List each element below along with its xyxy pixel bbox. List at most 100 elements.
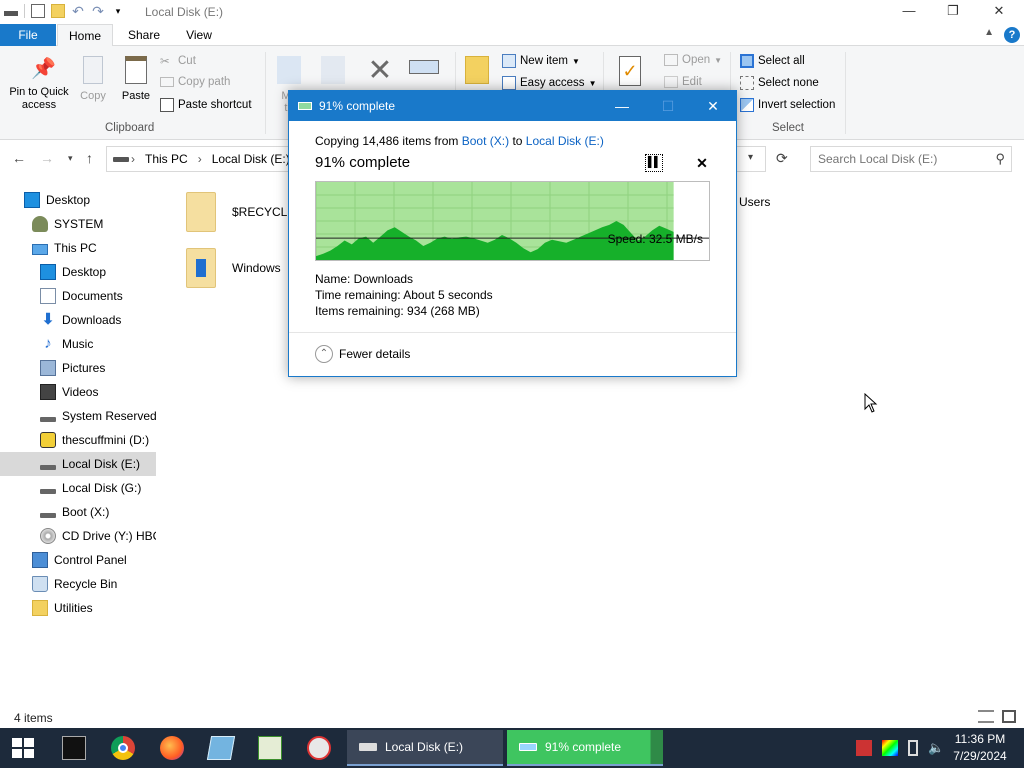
file-item-users[interactable]: Users bbox=[739, 192, 770, 212]
select-none-button[interactable]: Select none bbox=[740, 76, 819, 90]
rename-button[interactable] bbox=[404, 56, 444, 74]
up-arrow-icon[interactable]: ↑ bbox=[86, 150, 93, 166]
nav-label: Boot (X:) bbox=[62, 505, 110, 519]
tab-share[interactable]: Share bbox=[118, 24, 170, 46]
dialog-close-button[interactable]: ✕ bbox=[690, 91, 736, 121]
nav-thescuffmini[interactable]: thescuffmini (D:) bbox=[0, 428, 156, 452]
nav-label: CD Drive (Y:) HBC bbox=[62, 529, 156, 543]
taskbar: Local Disk (E:) 91% complete 🔈 11:36 PM … bbox=[0, 728, 1024, 768]
collapse-ribbon-icon[interactable]: ▲ bbox=[984, 27, 994, 38]
nav-system[interactable]: SYSTEM bbox=[0, 212, 156, 236]
tab-file[interactable]: File bbox=[0, 24, 56, 46]
nav-videos[interactable]: Videos bbox=[0, 380, 156, 404]
search-input[interactable] bbox=[818, 148, 988, 170]
new-folder-button[interactable] bbox=[462, 56, 492, 84]
battery-icon[interactable] bbox=[908, 740, 918, 756]
nav-utilities[interactable]: Utilities bbox=[0, 596, 156, 620]
windows-start-icon[interactable] bbox=[12, 738, 34, 758]
new-folder-icon[interactable] bbox=[51, 4, 65, 18]
source-link[interactable]: Boot (X:) bbox=[462, 134, 509, 148]
time-remaining: Time remaining: About 5 seconds bbox=[315, 288, 493, 302]
nav-local-disk-g[interactable]: Local Disk (G:) bbox=[0, 476, 156, 500]
copy-path-button[interactable]: Copy path bbox=[160, 76, 230, 88]
taskbar-copy-window[interactable]: 91% complete bbox=[507, 730, 663, 766]
select-all-button[interactable]: Select all bbox=[740, 54, 805, 68]
tab-view[interactable]: View bbox=[174, 24, 224, 46]
taskbar-explorer-window[interactable]: Local Disk (E:) bbox=[347, 730, 503, 766]
tab-home[interactable]: Home bbox=[57, 24, 113, 47]
nav-label: Desktop bbox=[46, 193, 91, 207]
paste-shortcut-button[interactable]: Paste shortcut bbox=[160, 98, 252, 112]
clock[interactable]: 11:36 PM 7/29/2024 bbox=[948, 731, 1012, 765]
forward-arrow-icon[interactable]: → bbox=[40, 150, 54, 166]
details-view-icon[interactable] bbox=[978, 710, 994, 723]
edit-button[interactable]: Edit bbox=[664, 76, 702, 88]
nav-desktop[interactable]: Desktop bbox=[0, 260, 156, 284]
nav-music[interactable]: ♪ Music bbox=[0, 332, 156, 356]
search-icon[interactable]: ⚲ bbox=[995, 151, 1005, 167]
terminal-icon[interactable] bbox=[62, 736, 86, 760]
firefox-icon[interactable] bbox=[160, 736, 184, 760]
undo-icon[interactable]: ↶ bbox=[71, 4, 85, 18]
edit-label: Edit bbox=[682, 76, 702, 88]
maximize-button[interactable]: ❐ bbox=[930, 0, 976, 24]
address-history-chevron-icon[interactable]: ▾ bbox=[748, 152, 753, 163]
notepad-icon[interactable] bbox=[206, 736, 236, 760]
cut-button[interactable]: ✂ Cut bbox=[160, 54, 196, 68]
transfer-speed-graph: Speed: 32.5 MB/s bbox=[315, 181, 710, 261]
redo-icon[interactable]: ↷ bbox=[91, 4, 105, 18]
copy-path-label: Copy path bbox=[178, 76, 231, 88]
file-item-recycle[interactable]: $RECYCLE. bbox=[186, 192, 299, 232]
customize-toolbar-chevron-icon[interactable]: ▾ bbox=[111, 4, 125, 18]
large-icons-view-icon[interactable] bbox=[1002, 710, 1016, 723]
text-editor-icon[interactable] bbox=[258, 736, 282, 760]
back-arrow-icon[interactable]: ← bbox=[12, 150, 26, 166]
pause-button[interactable]: ▌▌ bbox=[645, 154, 663, 172]
language-icon[interactable] bbox=[856, 740, 872, 756]
breadcrumb-local-disk[interactable]: Local Disk (E:) bbox=[212, 152, 290, 166]
nav-pictures[interactable]: Pictures bbox=[0, 356, 156, 380]
copy-to-button[interactable] bbox=[316, 56, 350, 84]
close-button[interactable]: ✕ bbox=[976, 0, 1022, 24]
invert-selection-button[interactable]: Invert selection bbox=[740, 98, 835, 112]
dialog-title-bar[interactable]: 91% complete — ☐ ✕ bbox=[289, 91, 736, 121]
refresh-icon[interactable]: ⟳ bbox=[776, 150, 788, 167]
destination-link[interactable]: Local Disk (E:) bbox=[526, 134, 604, 148]
breadcrumb-separator-icon[interactable]: › bbox=[198, 152, 202, 166]
open-button[interactable]: Open ▼ bbox=[664, 54, 722, 66]
copy-icon bbox=[298, 102, 312, 110]
nav-control-panel[interactable]: Control Panel bbox=[0, 548, 156, 572]
nav-local-disk-e[interactable]: Local Disk (E:) bbox=[0, 452, 156, 476]
paint-icon[interactable] bbox=[307, 736, 331, 760]
recent-locations-chevron-icon[interactable]: ▾ bbox=[68, 153, 73, 164]
properties-icon[interactable] bbox=[31, 4, 45, 18]
properties-button[interactable]: ✓ bbox=[612, 56, 648, 86]
volume-muted-icon[interactable]: 🔈 bbox=[928, 740, 944, 756]
nav-desktop-root[interactable]: Desktop bbox=[0, 188, 156, 212]
documents-icon bbox=[40, 288, 56, 304]
paste-button[interactable]: Paste bbox=[118, 56, 154, 102]
new-item-button[interactable]: New item ▼ bbox=[502, 54, 580, 68]
search-box[interactable]: ⚲ bbox=[810, 146, 1012, 172]
nav-this-pc[interactable]: This PC bbox=[0, 236, 156, 260]
nav-cd-drive[interactable]: CD Drive (Y:) HBC bbox=[0, 524, 156, 548]
file-item-windows[interactable]: Windows bbox=[186, 248, 281, 288]
delete-button[interactable]: ✕ bbox=[360, 56, 400, 86]
nav-boot-x[interactable]: Boot (X:) bbox=[0, 500, 156, 524]
pin-to-quick-access-button[interactable]: 📌 Pin to Quick access bbox=[4, 58, 74, 112]
minimize-button[interactable]: — bbox=[886, 0, 932, 24]
breadcrumb-this-pc[interactable]: This PC bbox=[145, 152, 188, 166]
fewer-details-button[interactable]: ⌃ Fewer details bbox=[315, 345, 410, 363]
nav-system-reserved[interactable]: System Reserved ( bbox=[0, 404, 156, 428]
nav-downloads[interactable]: ⬇ Downloads bbox=[0, 308, 156, 332]
help-icon[interactable]: ? bbox=[1004, 27, 1020, 43]
chrome-icon[interactable] bbox=[111, 736, 135, 760]
nav-recycle-bin[interactable]: Recycle Bin bbox=[0, 572, 156, 596]
dialog-minimize-button[interactable]: — bbox=[599, 91, 645, 121]
cancel-copy-button[interactable]: ✕ bbox=[694, 154, 710, 172]
drive-icon bbox=[4, 11, 18, 16]
copy-button[interactable]: Copy bbox=[76, 56, 110, 102]
nav-documents[interactable]: Documents bbox=[0, 284, 156, 308]
display-color-icon[interactable] bbox=[882, 740, 898, 756]
easy-access-button[interactable]: Easy access ▼ bbox=[502, 76, 596, 90]
